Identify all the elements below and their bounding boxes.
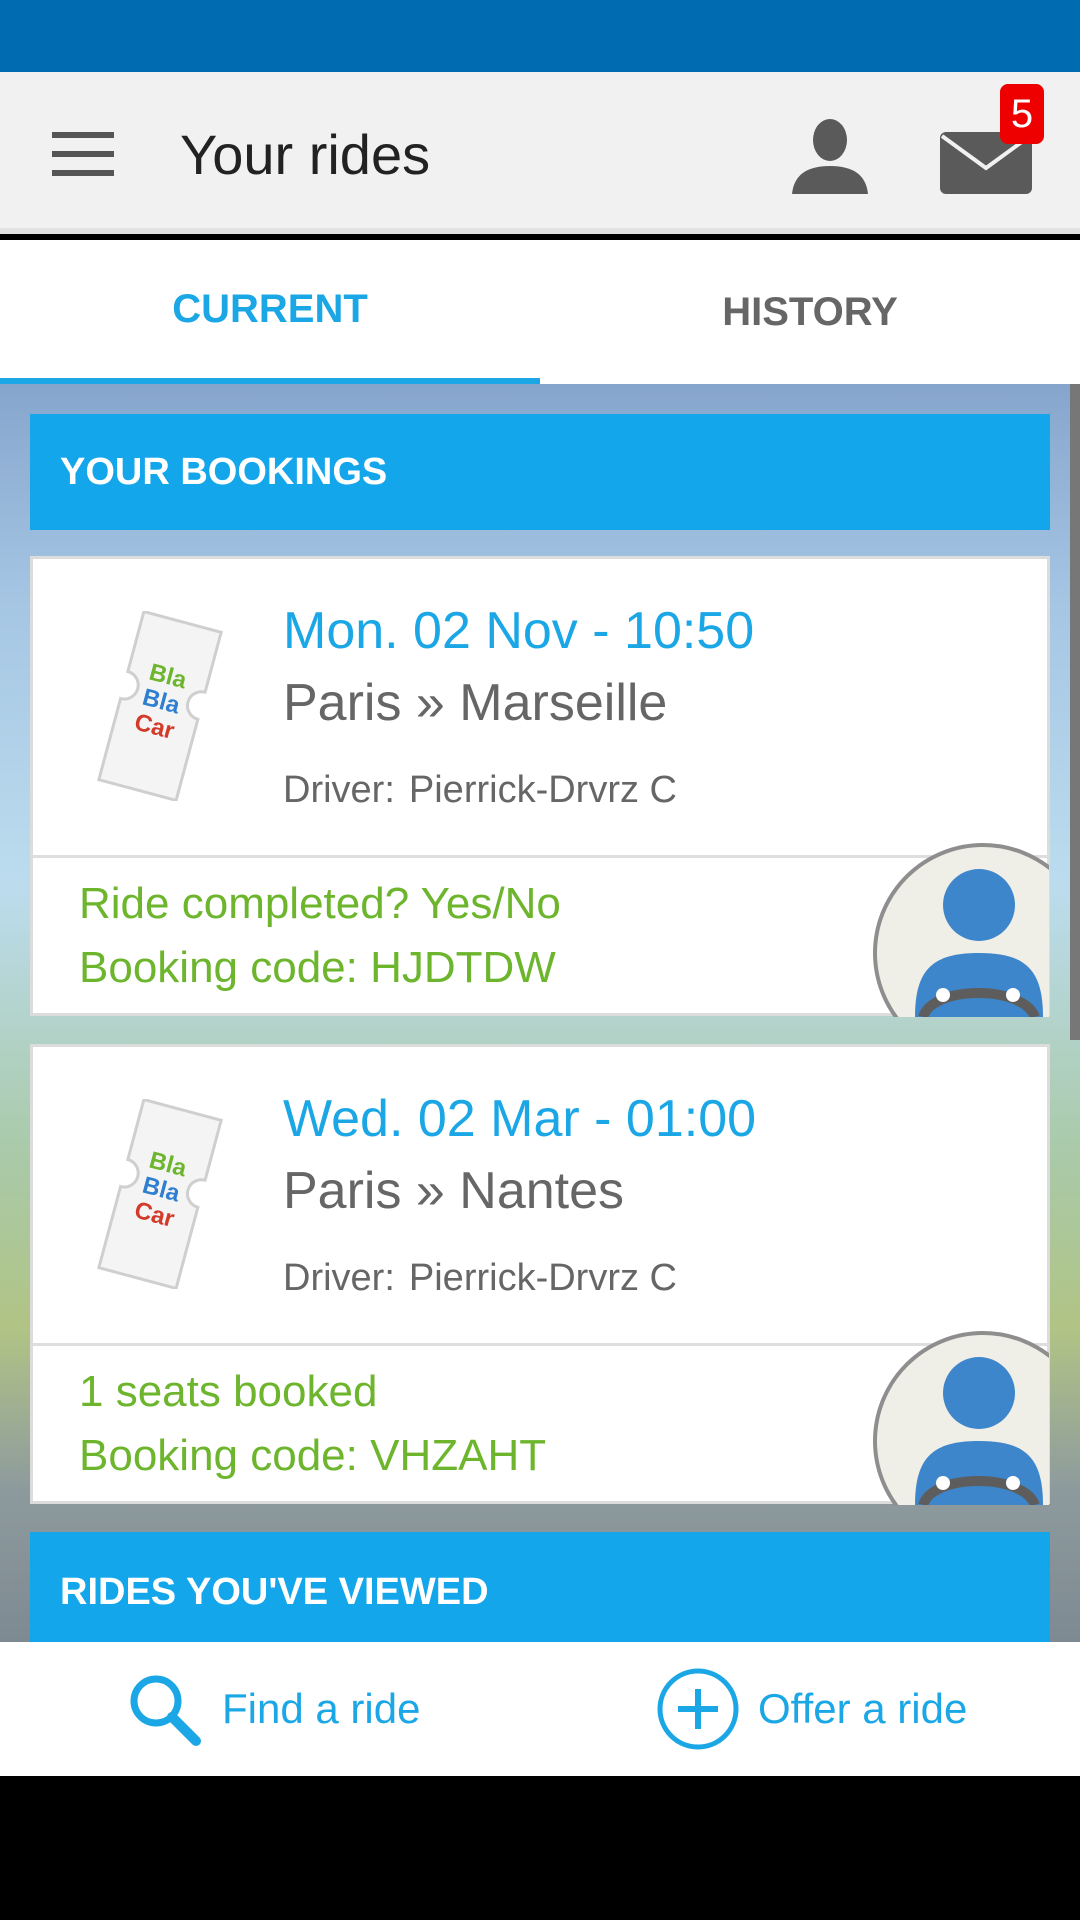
offer-ride-button[interactable]: Offer a ride — [656, 1642, 967, 1776]
scrollbar[interactable] — [1070, 384, 1080, 1040]
ride-date: Wed. 02 Mar - 01:00 — [283, 1090, 757, 1148]
blablacar-ticket-icon: Bla Bla Car — [97, 611, 223, 801]
find-ride-button[interactable]: Find a ride — [124, 1642, 420, 1776]
bottom-action-bar: Find a ride Offer a ride — [0, 1642, 1080, 1776]
viewed-section-header: RIDES YOU'VE VIEWED — [30, 1532, 1050, 1642]
ride-driver: Driver: Pierrick-Drvrz C — [283, 1257, 677, 1300]
page-title: Your rides — [180, 123, 431, 186]
driver-avatar[interactable] — [873, 839, 1049, 1017]
ride-driver: Driver: Pierrick-Drvrz C — [283, 769, 677, 812]
app-bar: Your rides — [0, 72, 1080, 234]
rides-list[interactable]: YOUR BOOKINGS Bla Bla Car Mon. 02 Nov - … — [0, 384, 1080, 1642]
ride-status[interactable]: Ride completed? Yes/No — [79, 879, 561, 929]
blablacar-ticket-icon: Bla Bla Car — [97, 1099, 223, 1289]
driver-name: Pierrick-Drvrz C — [408, 1257, 677, 1299]
search-icon — [130, 1675, 201, 1746]
driver-name: Pierrick-Drvrz C — [408, 769, 677, 811]
ride-route: Paris » Marseille — [283, 674, 668, 732]
ride-date: Mon. 02 Nov - 10:50 — [283, 602, 755, 660]
tab-history[interactable]: HISTORY — [540, 240, 1080, 384]
driver-label: Driver: — [283, 1257, 395, 1299]
plus-circle-icon — [657, 1668, 739, 1750]
unread-badge: 5 — [1000, 84, 1044, 144]
booking-card[interactable]: Bla Bla Car Mon. 02 Nov - 10:50 Paris » … — [30, 556, 1050, 1017]
find-ride-label: Find a ride — [222, 1685, 421, 1732]
offer-ride-label: Offer a ride — [758, 1685, 968, 1732]
tab-current[interactable]: CURRENT — [0, 240, 540, 384]
ride-route: Paris » Nantes — [283, 1162, 625, 1220]
profile-icon[interactable] — [790, 116, 870, 196]
bookings-section-header: YOUR BOOKINGS — [30, 414, 1050, 530]
tab-bar: CURRENT HISTORY — [0, 240, 1080, 384]
menu-icon[interactable] — [52, 132, 114, 176]
booking-code: Booking code: VHZAHT — [79, 1431, 547, 1480]
seats-booked: 1 seats booked — [79, 1367, 378, 1416]
booking-card[interactable]: Bla Bla Car Wed. 02 Mar - 01:00 Paris » … — [30, 1044, 1050, 1505]
driver-avatar[interactable] — [873, 1327, 1049, 1505]
status-bar — [0, 0, 1080, 72]
driver-label: Driver: — [283, 769, 395, 811]
system-nav-area — [0, 1776, 1080, 1920]
booking-code: Booking code: HJDTDW — [79, 943, 556, 992]
